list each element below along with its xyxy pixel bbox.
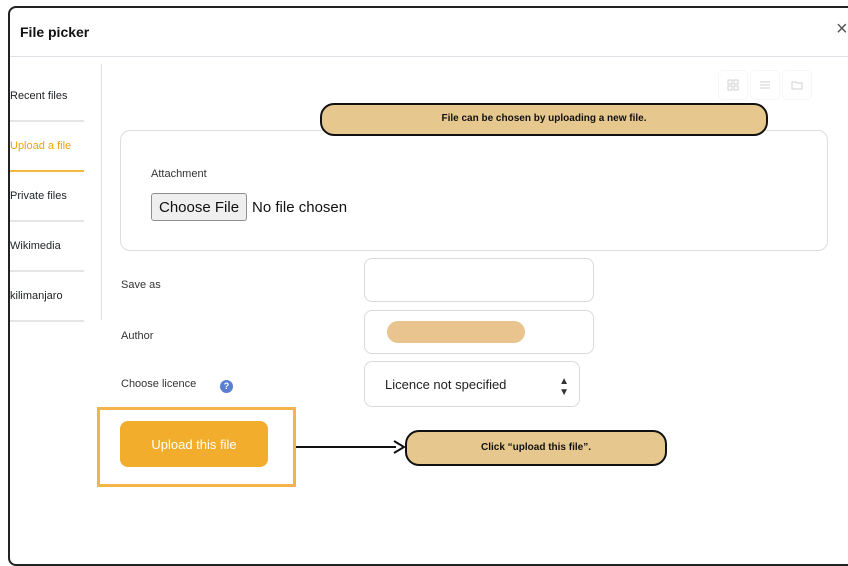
close-icon[interactable]: × — [836, 19, 848, 39]
sidebar-divider — [10, 120, 84, 122]
save-as-label: Save as — [121, 279, 161, 291]
choose-licence-label: Choose licence — [121, 378, 197, 390]
sidebar-separator — [101, 64, 102, 320]
licence-select[interactable]: Licence not specified ▲ ▼ — [364, 361, 580, 407]
sidebar-item-recent-files[interactable]: Recent files — [10, 90, 86, 102]
view-toggle-group — [718, 70, 812, 100]
no-file-chosen-text: No file chosen — [252, 198, 348, 216]
instruction-callout-bottom: Click “upload this file”. — [405, 430, 667, 466]
author-value-redacted — [387, 321, 525, 343]
select-caret-icon: ▲ ▼ — [559, 376, 569, 398]
attachment-label: Attachment — [151, 168, 207, 180]
choose-file-button[interactable]: Choose File — [151, 193, 248, 221]
upload-this-file-button[interactable]: Upload this file — [120, 421, 268, 467]
sidebar-item-kilimanjaro[interactable]: kilimanjaro — [10, 290, 86, 302]
sidebar-divider — [10, 220, 84, 222]
sidebar-divider — [10, 320, 84, 322]
list-view-icon[interactable] — [750, 70, 780, 100]
grid-view-icon[interactable] — [718, 70, 748, 100]
author-input[interactable] — [364, 310, 594, 354]
dialog-header: File picker × — [10, 8, 848, 57]
sidebar-item-wikimedia[interactable]: Wikimedia — [10, 240, 86, 252]
save-as-input[interactable] — [364, 258, 594, 302]
folder-view-icon[interactable] — [782, 70, 812, 100]
author-label: Author — [121, 330, 154, 342]
instruction-callout-top: File can be chosen by uploading a new fi… — [320, 103, 768, 136]
dialog-title: File picker — [20, 24, 90, 40]
attachment-panel — [120, 130, 828, 251]
file-input[interactable]: Choose File No file chosen — [151, 193, 347, 221]
sidebar-item-upload-a-file[interactable]: Upload a file — [10, 140, 86, 152]
sidebar-item-private-files[interactable]: Private files — [10, 190, 86, 202]
pointer-arrow-icon — [296, 440, 406, 454]
sidebar-divider — [10, 270, 84, 272]
help-icon[interactable]: ? — [220, 380, 233, 393]
licence-selected-value: Licence not specified — [385, 377, 507, 392]
sidebar-active-indicator — [10, 170, 84, 172]
